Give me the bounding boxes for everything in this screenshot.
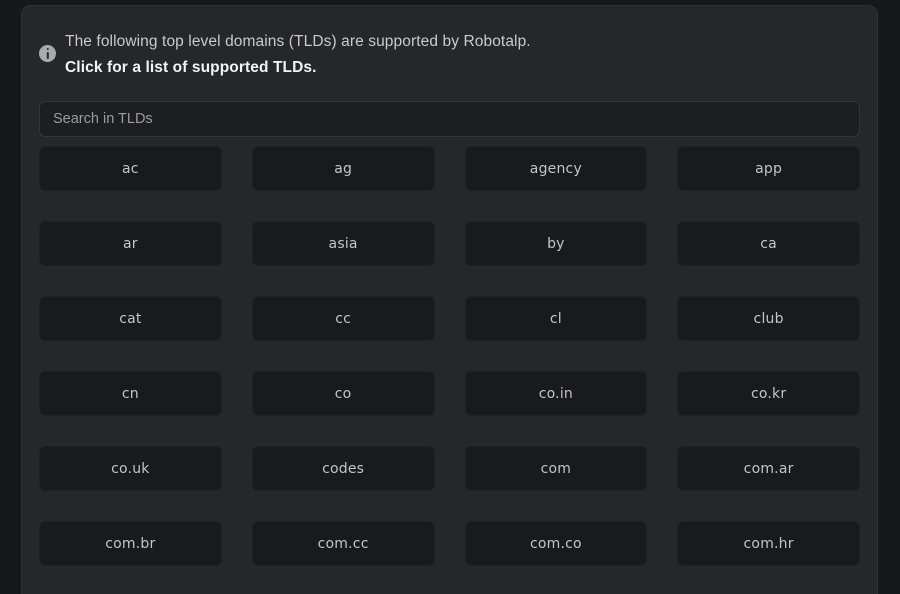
info-alert: The following top level domains (TLDs) a… xyxy=(22,6,877,81)
tld-tile[interactable]: co.uk xyxy=(39,446,222,491)
tld-tile[interactable]: ac xyxy=(39,146,222,191)
tld-tile[interactable]: com.hr xyxy=(677,521,860,566)
search-container xyxy=(22,81,877,137)
tld-tile[interactable]: by xyxy=(464,221,648,266)
tld-tile[interactable]: app xyxy=(677,146,860,191)
info-alert-description: The following top level domains (TLDs) a… xyxy=(65,33,531,50)
info-alert-text: The following top level domains (TLDs) a… xyxy=(65,28,531,81)
tld-tile[interactable]: ca xyxy=(677,221,860,266)
tld-tile[interactable]: com.cc xyxy=(251,521,435,566)
panel-scrollbar[interactable] xyxy=(874,6,877,594)
tld-tile[interactable]: agency xyxy=(464,146,648,191)
tld-tile[interactable]: com.ar xyxy=(677,446,860,491)
tld-tile[interactable]: club xyxy=(677,296,860,341)
tld-tile[interactable]: cat xyxy=(39,296,222,341)
search-input[interactable] xyxy=(39,101,860,137)
tld-tile[interactable]: co.kr xyxy=(677,371,860,416)
tld-grid: ac ag agency app ar asia by ca cat cc cl club cn co co… xyxy=(39,146,860,566)
tld-tile[interactable]: codes xyxy=(251,446,435,491)
tld-tile[interactable]: asia xyxy=(251,221,435,266)
tld-tile[interactable]: ag xyxy=(251,146,435,191)
tld-tile[interactable]: cc xyxy=(251,296,435,341)
info-circle-icon xyxy=(39,45,56,62)
tld-tile[interactable]: com.br xyxy=(39,521,222,566)
tld-tile[interactable]: com xyxy=(464,446,648,491)
tld-tile[interactable]: com.co xyxy=(464,521,648,566)
page-background: The following top level domains (TLDs) a… xyxy=(0,0,900,594)
tld-tile[interactable]: ar xyxy=(39,221,222,266)
tld-panel: The following top level domains (TLDs) a… xyxy=(21,5,878,594)
tld-grid-scroll-area[interactable]: ac ag agency app ar asia by ca cat cc cl club cn co co… xyxy=(22,137,877,594)
tld-tile[interactable]: co.in xyxy=(464,371,648,416)
tld-tile[interactable]: co xyxy=(251,371,435,416)
tld-tile[interactable]: cn xyxy=(39,371,222,416)
tld-tile[interactable]: cl xyxy=(464,296,648,341)
info-alert-link[interactable]: Click for a list of supported TLDs. xyxy=(65,55,531,81)
